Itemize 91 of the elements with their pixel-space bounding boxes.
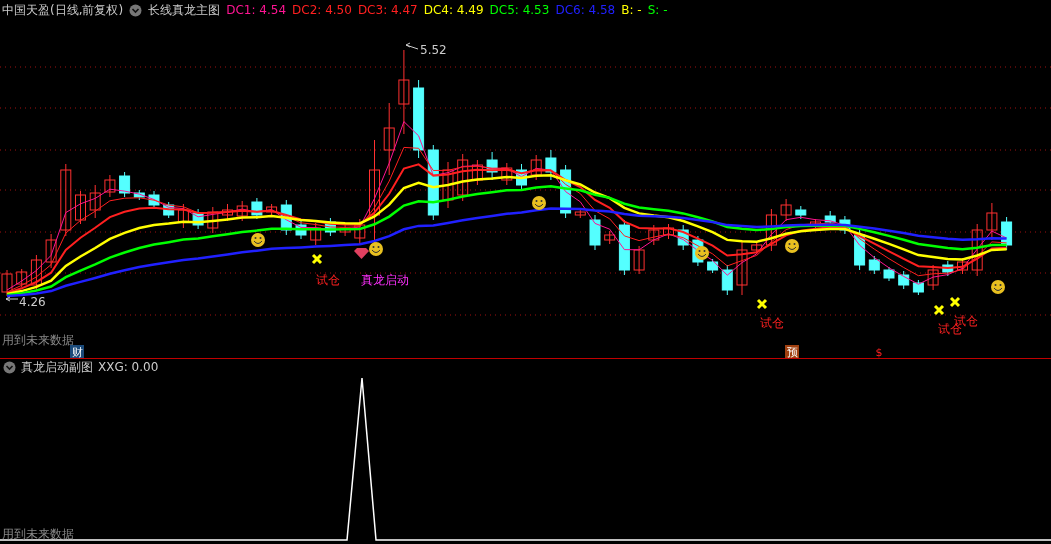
candlestick (501, 162, 513, 186)
candlestick (89, 184, 101, 219)
candlestick (677, 224, 689, 251)
signal-label: 试仓 (760, 316, 784, 330)
candlestick (854, 229, 866, 271)
signal-label: 真龙启动 (361, 273, 409, 287)
candlestick (119, 171, 131, 198)
candlestick (266, 203, 278, 216)
indicator-reading: B: - (621, 3, 642, 17)
candlestick (986, 202, 998, 241)
candlestick (457, 153, 469, 202)
candlestick (442, 161, 454, 209)
future-data-note: 用到未来数据 (2, 527, 74, 541)
smiley-icon (532, 196, 546, 210)
candlestick (898, 270, 910, 290)
candlestick (295, 220, 307, 240)
candlestick (795, 205, 807, 220)
low-marker-arrow-icon (5, 296, 19, 302)
cross-icon (949, 296, 961, 308)
signal-label: 试仓 (316, 273, 340, 287)
candlestick (236, 200, 248, 222)
finance-badge[interactable]: 财 (70, 345, 84, 358)
smiley-icon (369, 242, 383, 256)
candlestick (516, 163, 527, 192)
candlestick (707, 258, 719, 274)
candlestick (780, 198, 792, 222)
smiley-icon (785, 239, 799, 253)
candlestick (942, 260, 954, 277)
candlestick (471, 159, 483, 186)
indicator-reading: DC3: 4.47 (357, 3, 418, 17)
candlestick (177, 203, 189, 229)
candlestick (530, 154, 542, 181)
candlestick (810, 218, 821, 229)
candlestick (45, 233, 57, 269)
high-marker-arrow-icon (405, 42, 419, 50)
candlestick (560, 164, 572, 219)
candlestick (163, 201, 175, 219)
chevron-down-icon[interactable] (129, 3, 143, 17)
candlestick (207, 206, 219, 234)
candlestick (912, 279, 924, 296)
forecast-badge[interactable]: 预 (785, 345, 799, 358)
sub-chart-title: 真龙启动副图 (21, 358, 93, 376)
candlestick (663, 223, 674, 240)
diamond-icon (354, 248, 369, 259)
candlestick (839, 215, 851, 235)
candlestick (765, 208, 777, 252)
indicator-reading: DC2: 4.50 (292, 3, 352, 17)
candlestick (633, 245, 645, 275)
indicator-reading: DC1: 4.54 (226, 3, 287, 17)
indicator-title: 长线真龙主图 (148, 1, 221, 19)
candlestick (133, 189, 145, 201)
sub-chart-reading: XXG: 0.00 (98, 360, 159, 374)
future-data-note: 用到未来数据 (2, 333, 74, 347)
indicator-reading: DC4: 4.49 (423, 3, 484, 17)
candlestick (545, 149, 557, 181)
indicator-reading: DC6: 4.58 (555, 3, 616, 17)
smiley-icon (251, 233, 265, 247)
candlestick (589, 214, 601, 251)
instrument-title: 中国天盈(日线,前复权) (2, 1, 124, 19)
candlestick (927, 264, 939, 291)
smiley-icon (695, 246, 709, 260)
candlestick (883, 266, 895, 282)
candlestick (192, 208, 204, 230)
candlestick (339, 223, 351, 237)
candlestick (30, 254, 42, 291)
cross-icon (756, 298, 768, 310)
candlestick (1, 269, 13, 297)
candlestick (324, 217, 336, 237)
candlestick (648, 224, 660, 246)
candlestick (280, 199, 292, 236)
candlestick (16, 268, 28, 288)
low-price-label: 4.26 (19, 295, 46, 309)
high-price-label: 5.52 (420, 43, 447, 57)
candlestick (868, 255, 880, 275)
chevron-down-icon[interactable] (3, 360, 16, 374)
candlestick (354, 218, 366, 245)
cross-icon (933, 304, 945, 316)
candlestick (148, 190, 160, 210)
candlestick (574, 208, 586, 219)
candlestick (104, 174, 116, 198)
smiley-icon (991, 280, 1005, 294)
candlestick (721, 264, 733, 296)
cross-icon (311, 253, 323, 265)
candlestick (251, 197, 263, 220)
candlestick (75, 190, 86, 225)
candlestick (971, 223, 983, 277)
indicator-reading: S: - (647, 3, 668, 17)
indicator-reading: DC5: 4.53 (489, 3, 550, 17)
candlestick (604, 230, 616, 245)
candlestick (310, 222, 322, 246)
dollar-badge[interactable]: $ (875, 346, 883, 358)
